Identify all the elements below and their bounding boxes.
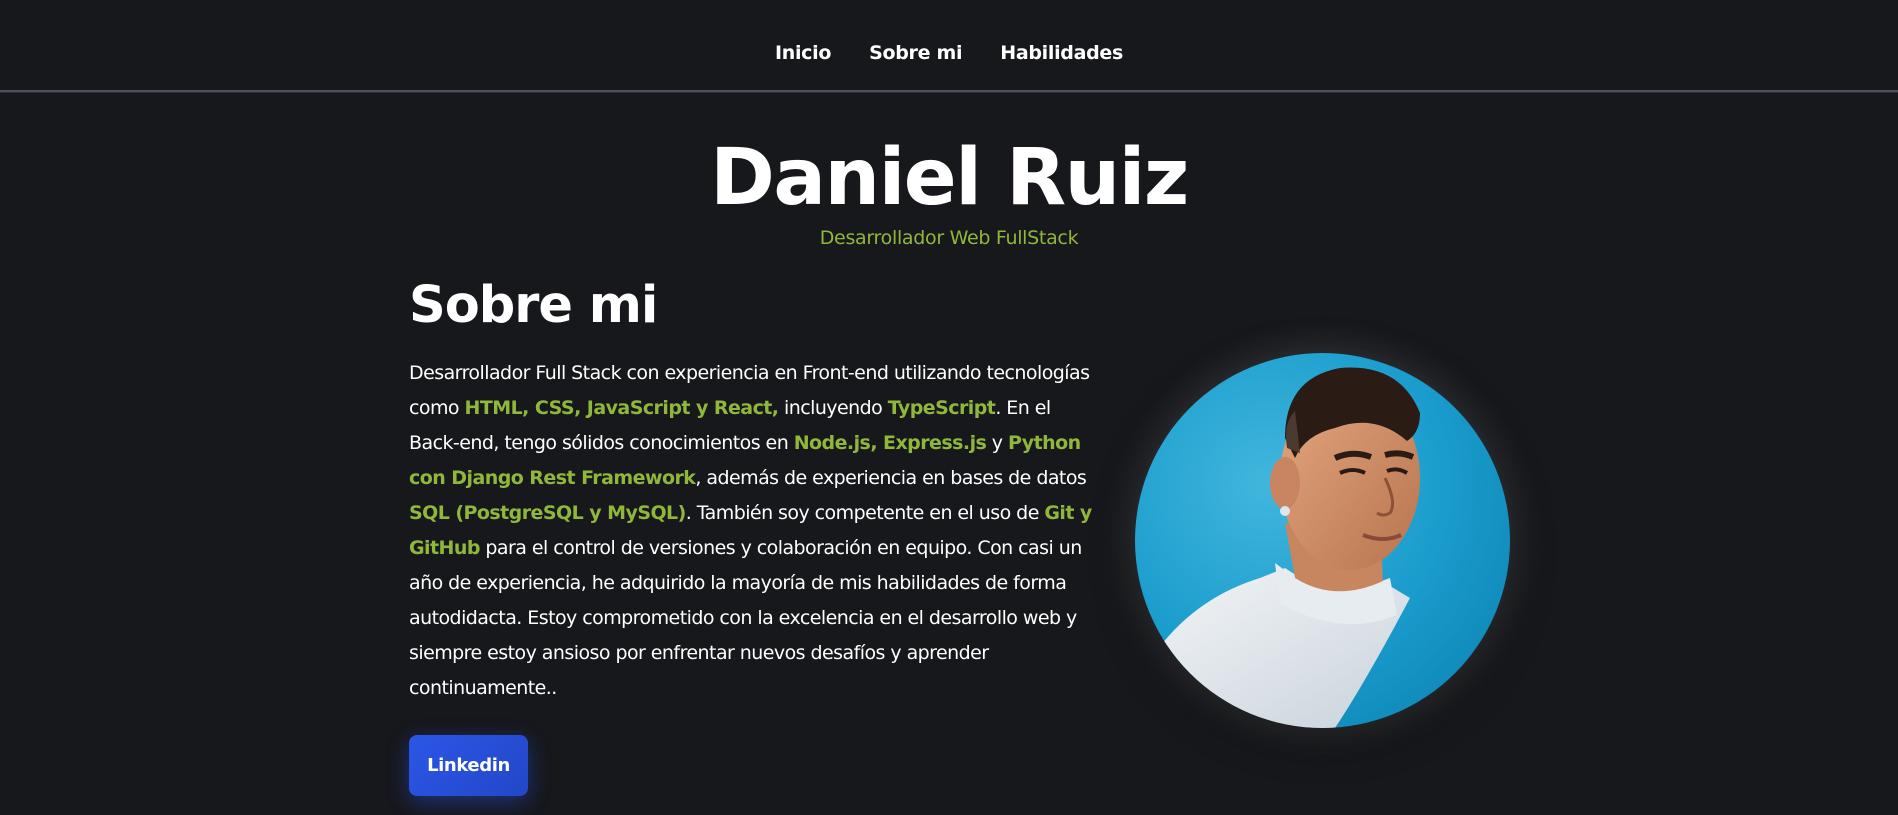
about-text-segment: . También soy competente en el uso de (685, 502, 1045, 524)
nav-links: Inicio Sobre mi Habilidades (0, 40, 1898, 66)
about-highlight-sql: SQL (PostgreSQL y MySQL) (409, 502, 686, 524)
top-navbar: Inicio Sobre mi Habilidades (0, 0, 1898, 92)
about-title: Sobre mi (409, 276, 658, 335)
portrait-photo-icon (1135, 353, 1510, 728)
linkedin-button[interactable]: Linkedin (409, 735, 528, 796)
about-text-segment: incluyendo (778, 397, 888, 419)
about-highlight-typescript: TypeScript (887, 397, 996, 419)
nav-link-inicio[interactable]: Inicio (775, 40, 831, 66)
profile-photo (1135, 353, 1510, 728)
about-text-segment: , además de experiencia en bases de dato… (695, 467, 1087, 489)
hero-role: Desarrollador Web FullStack (819, 227, 1079, 249)
nav-link-habilidades[interactable]: Habilidades (1000, 40, 1123, 66)
hero-name: Daniel Ruiz (710, 133, 1189, 223)
about-paragraph: Desarrollador Full Stack con experiencia… (409, 356, 1099, 706)
about-highlight-node: Node.js, Express.js (793, 432, 987, 454)
about-text-segment: para el control de versiones y colaborac… (409, 537, 1082, 699)
about-text-segment: y (986, 432, 1008, 454)
about-highlight-frontend: HTML, CSS, JavaScript y React, (464, 397, 780, 419)
nav-link-sobre-mi[interactable]: Sobre mi (869, 40, 962, 66)
